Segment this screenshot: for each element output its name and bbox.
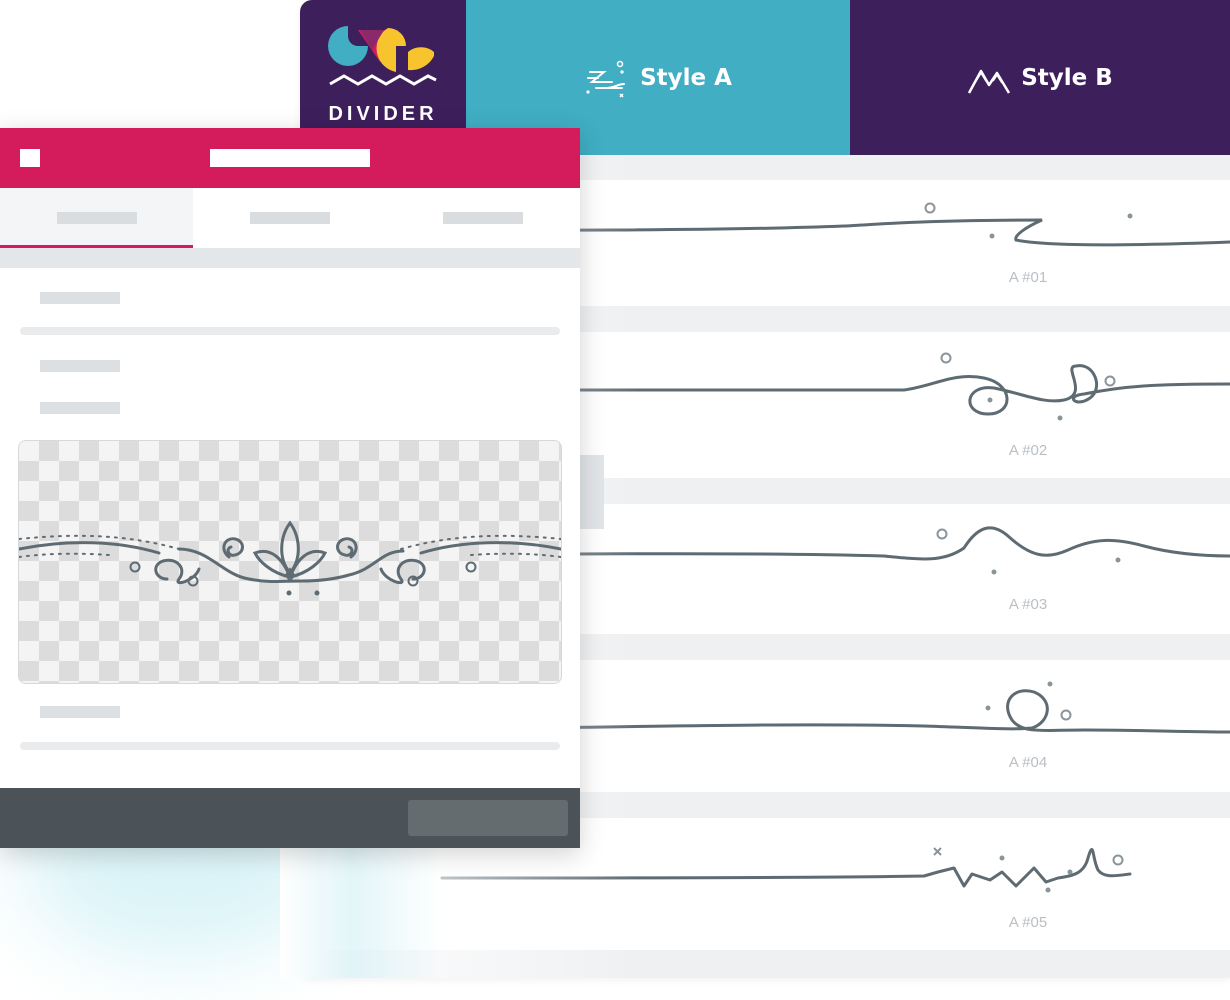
control-label-placeholder [40,360,120,372]
divider-label: A #05 [1008,914,1048,931]
editor-header [0,128,580,188]
editor-tab-1[interactable] [0,188,193,248]
control-label-placeholder [40,706,120,718]
editor-tabs [0,188,580,248]
divider-label: A #02 [1008,442,1048,459]
section-separator [0,248,580,268]
editor-footer [0,788,580,848]
footer-action-button[interactable] [408,800,568,836]
control-slider[interactable] [20,742,560,750]
divider-label: A #01 [1008,269,1048,286]
editor-panel [0,128,580,848]
divider-label: A #04 [1008,754,1048,771]
comet-swirl-icon [586,60,626,98]
tab-style-b-label: Style B [1021,64,1113,91]
control-slider[interactable] [20,327,560,335]
divider-label: A #03 [1008,596,1048,613]
tab-style-a-label: Style A [640,64,732,91]
tab-label-placeholder [443,212,523,224]
tab-label-placeholder [250,212,330,224]
logo-text: DIVIDER [328,103,438,125]
divider-image-preview[interactable] [18,440,562,684]
editor-tab-3[interactable] [386,188,580,248]
editor-title-placeholder [210,149,370,167]
scroll-handle[interactable] [580,455,604,529]
tab-style-b[interactable]: Style B [850,0,1230,155]
control-label-placeholder [40,402,120,414]
control-label-placeholder [40,292,120,304]
mountain-peaks-icon [968,69,1011,94]
editor-tab-2[interactable] [193,188,386,248]
editor-menu-icon[interactable] [20,149,40,167]
divider-logo-icon [328,26,437,86]
tab-label-placeholder [57,212,137,224]
ornamental-flourish-icon [19,520,561,596]
